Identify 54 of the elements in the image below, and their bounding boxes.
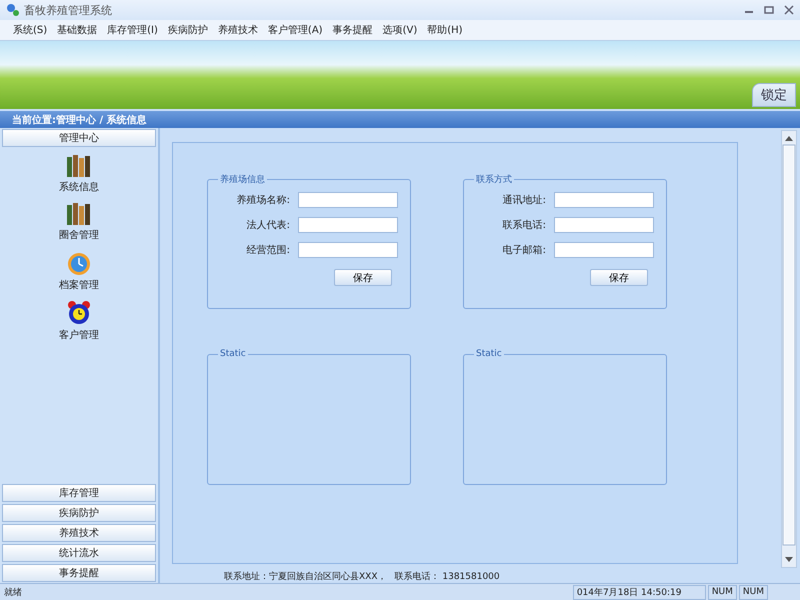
input-field[interactable] [554,217,654,233]
sidebar-section[interactable]: 疾病防护 [2,504,156,522]
menu-item[interactable]: 帮助(H) [422,21,468,39]
input-field[interactable] [298,217,398,233]
sidebar-header[interactable]: 管理中心 [2,129,156,147]
sidebar-item[interactable]: 圈舍管理 [59,228,99,242]
maximize-icon[interactable] [764,5,774,15]
books-icon [66,154,92,178]
sidebar-section[interactable]: 库存管理 [2,484,156,502]
menu-item[interactable]: 库存管理(I) [102,21,163,39]
status-indicator: NUM [708,584,737,600]
sidebar-section[interactable]: 养殖技术 [2,524,156,542]
group-title: Static [219,349,247,359]
menu-item[interactable]: 养殖技术 [212,21,263,39]
address-text: 联系地址：宁夏回族自治区同心县XXX， [224,570,386,583]
status-datetime: 014年7月18日 14:50:19 [572,584,706,600]
scrollbar[interactable] [781,130,797,568]
app-icon [6,3,20,17]
breadcrumb: 当前位置:管理中心 / 系统信息 [0,111,800,128]
menu-item[interactable]: 事务提醒 [328,21,378,39]
save-button[interactable]: 保存 [334,269,392,286]
phone-text: 联系电话： 1381581000 [394,570,500,583]
close-icon[interactable] [784,5,794,15]
status-message: 就绪 [3,586,23,598]
sidebar-item[interactable]: 客户管理 [59,328,99,342]
group-title: Static [475,349,503,359]
group-title: 联系方式 [475,174,513,186]
window-title: 畜牧养殖管理系统 [24,2,113,18]
menu-item[interactable]: 客户管理(A) [262,21,328,39]
sidebar-item[interactable]: 系统信息 [59,180,99,194]
field-label: 通讯地址: [502,194,546,207]
lock-button[interactable]: 锁定 [752,83,796,107]
status-indicator: NUM [738,584,768,600]
menu-item[interactable]: 选项(V) [378,21,422,39]
sidebar-section[interactable]: 事务提醒 [2,564,156,582]
field-label: 法人代表: [246,218,290,232]
books-icon [66,202,92,226]
group-title: 养殖场信息 [219,174,266,186]
field-label: 联系电话: [502,218,546,232]
alarm-clock-icon [66,300,92,326]
menu-item[interactable]: 系统(S) [8,21,52,39]
field-label: 养殖场名称: [236,194,290,207]
input-field[interactable] [554,192,654,208]
field-label: 电子邮箱: [502,244,546,257]
sidebar-item[interactable]: 档案管理 [59,278,99,292]
field-label: 经营范围: [246,244,290,257]
clock-icon [66,250,92,276]
save-button[interactable]: 保存 [590,269,648,286]
input-field[interactable] [298,242,398,258]
menu-item[interactable]: 基础数据 [52,21,102,39]
sidebar-section[interactable]: 统计流水 [2,544,156,562]
input-field[interactable] [298,192,398,208]
menu-item[interactable]: 疾病防护 [162,21,213,39]
input-field[interactable] [554,242,654,258]
